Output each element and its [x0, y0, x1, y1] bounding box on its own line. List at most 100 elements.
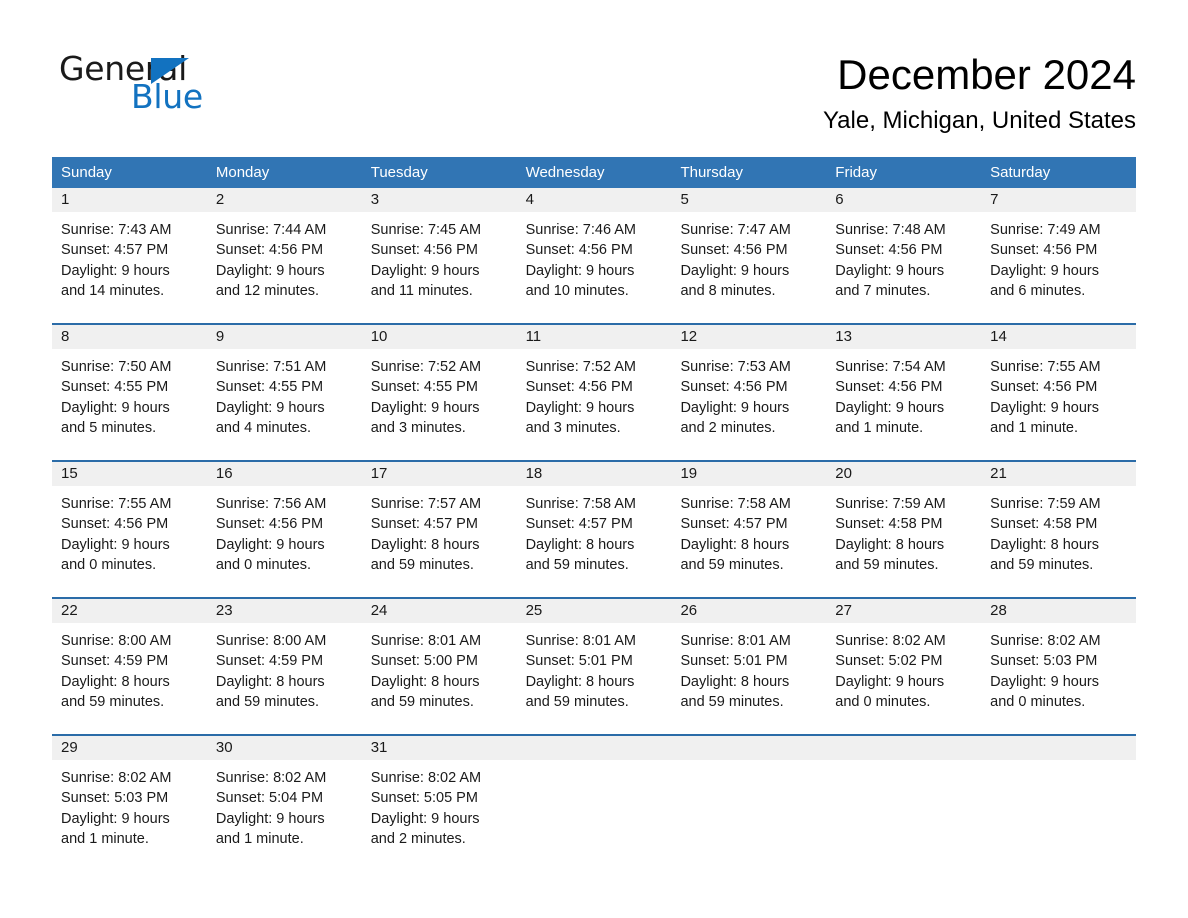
- daylight-text-line1: Daylight: 9 hours: [990, 262, 1099, 279]
- day-number: 29: [52, 736, 207, 760]
- day-cell[interactable]: 9 Sunrise: 7:51 AM Sunset: 4:55 PM Daylight…: [206, 325, 362, 460]
- day-cell[interactable]: 30 Sunrise: 8:02 AM Sunset: 5:04 PM Dayligh…: [206, 736, 362, 871]
- daylight-text-line1: Daylight: 9 hours: [990, 399, 1099, 416]
- day-cell[interactable]: 23 Sunrise: 8:00 AM Sunset: 4:59 PM Dayligh…: [206, 599, 362, 734]
- daylight-text-line2: and 0 minutes.: [835, 693, 931, 710]
- day-cell[interactable]: 11 Sunrise: 7:52 AM Sunset: 4:56 PM Dayligh…: [516, 325, 672, 460]
- daylight-text-line1: Daylight: 8 hours: [370, 673, 480, 690]
- day-cell[interactable]: 27 Sunrise: 8:02 AM Sunset: 5:02 PM Dayligh…: [826, 599, 982, 734]
- sunrise-text: Sunrise: 8:02 AM: [61, 770, 172, 786]
- day-cell-empty: [826, 736, 982, 871]
- sunset-text: Sunset: 5:01 PM: [680, 653, 788, 670]
- day-number: 7: [981, 188, 1137, 212]
- daylight-text-line2: and 59 minutes.: [61, 693, 165, 710]
- generalblue-logo[interactable]: General Blue: [59, 52, 339, 114]
- daylight-text-line2: and 6 minutes.: [990, 282, 1086, 299]
- sunrise-text: Sunrise: 8:01 AM: [370, 633, 482, 649]
- sunrise-text: Sunrise: 7:46 AM: [525, 222, 636, 238]
- daylight-text-line1: Daylight: 8 hours: [61, 673, 170, 690]
- daylight-text-line1: Daylight: 9 hours: [370, 262, 480, 279]
- calendar-week-row: 29 Sunrise: 8:02 AM Sunset: 5:03 PM Dayligh…: [52, 734, 1137, 871]
- daylight-text-line2: and 2 minutes.: [680, 419, 776, 436]
- sunrise-text: Sunrise: 7:55 AM: [990, 359, 1101, 375]
- day-details: Sunrise: 7:49 AM Sunset: 4:56 PM Daylight:…: [981, 212, 1136, 301]
- sunset-text: Sunset: 4:55 PM: [370, 379, 478, 396]
- page-header: General Blue December 2024 Yale, Michiga…: [0, 0, 1188, 155]
- day-cell[interactable]: 26 Sunrise: 8:01 AM Sunset: 5:01 PM Dayligh…: [671, 599, 827, 734]
- daylight-text-line2: and 59 minutes.: [680, 693, 784, 710]
- day-number: 4: [516, 188, 672, 212]
- sunset-text: Sunset: 4:56 PM: [990, 242, 1098, 259]
- day-cell[interactable]: 8 Sunrise: 7:50 AM Sunset: 4:55 PM Daylight…: [52, 325, 207, 460]
- day-cell[interactable]: 29 Sunrise: 8:02 AM Sunset: 5:03 PM Dayligh…: [52, 736, 207, 871]
- day-cell[interactable]: 10 Sunrise: 7:52 AM Sunset: 4:55 PM Dayligh…: [361, 325, 517, 460]
- daylight-text-line2: and 14 minutes.: [61, 282, 165, 299]
- sunrise-text: Sunrise: 7:51 AM: [215, 359, 327, 375]
- daylight-text-line1: Daylight: 9 hours: [680, 399, 790, 416]
- daylight-text-line1: Daylight: 8 hours: [370, 536, 480, 553]
- day-number: 23: [206, 599, 362, 623]
- day-cell-empty: [981, 736, 1137, 871]
- sunrise-text: Sunrise: 7:45 AM: [370, 222, 482, 238]
- sunset-text: Sunset: 4:58 PM: [835, 516, 943, 533]
- day-cell[interactable]: 21 Sunrise: 7:59 AM Sunset: 4:58 PM Dayligh…: [981, 462, 1137, 597]
- day-cell[interactable]: 14 Sunrise: 7:55 AM Sunset: 4:56 PM Dayligh…: [981, 325, 1137, 460]
- day-details: Sunrise: 7:44 AM Sunset: 4:56 PM Daylight:…: [207, 212, 362, 301]
- sunrise-text: Sunrise: 7:58 AM: [680, 496, 791, 512]
- sunrise-text: Sunrise: 8:00 AM: [215, 633, 327, 649]
- sunset-text: Sunset: 5:01 PM: [525, 653, 633, 670]
- daylight-text-line1: Daylight: 9 hours: [61, 262, 170, 279]
- calendar-weeks: 1 Sunrise: 7:43 AM Sunset: 4:57 PM Daylight…: [52, 188, 1137, 871]
- day-number: 16: [206, 462, 362, 486]
- daylight-text-line2: and 3 minutes.: [525, 419, 621, 436]
- weekday-header-sunday: Sunday: [61, 164, 112, 181]
- day-details: Sunrise: 8:02 AM Sunset: 5:04 PM Daylight:…: [207, 760, 362, 849]
- day-number: 1: [52, 188, 207, 212]
- day-number: 27: [826, 599, 982, 623]
- brand-name-blue: Blue: [131, 77, 203, 116]
- sunset-text: Sunset: 4:57 PM: [680, 516, 788, 533]
- sunrise-text: Sunrise: 7:48 AM: [835, 222, 946, 238]
- sunrise-text: Sunrise: 7:44 AM: [215, 222, 327, 238]
- day-number: 3: [361, 188, 517, 212]
- sunrise-text: Sunrise: 7:56 AM: [215, 496, 327, 512]
- day-cell[interactable]: 4 Sunrise: 7:46 AM Sunset: 4:56 PM Daylight…: [516, 188, 672, 323]
- day-details: Sunrise: 7:47 AM Sunset: 4:56 PM Daylight:…: [671, 212, 826, 301]
- day-cell[interactable]: 18 Sunrise: 7:58 AM Sunset: 4:57 PM Dayligh…: [516, 462, 672, 597]
- day-cell[interactable]: 5 Sunrise: 7:47 AM Sunset: 4:56 PM Daylight…: [671, 188, 827, 323]
- daylight-text-line2: and 0 minutes.: [61, 556, 157, 573]
- day-cell[interactable]: 19 Sunrise: 7:58 AM Sunset: 4:57 PM Dayligh…: [671, 462, 827, 597]
- day-cell[interactable]: 3 Sunrise: 7:45 AM Sunset: 4:56 PM Daylight…: [361, 188, 517, 323]
- day-details: Sunrise: 7:52 AM Sunset: 4:55 PM Daylight:…: [362, 349, 517, 438]
- sunset-text: Sunset: 4:57 PM: [525, 516, 633, 533]
- day-cell[interactable]: 7 Sunrise: 7:49 AM Sunset: 4:56 PM Daylight…: [981, 188, 1137, 323]
- day-details: Sunrise: 8:02 AM Sunset: 5:05 PM Daylight:…: [362, 760, 517, 849]
- day-cell[interactable]: 24 Sunrise: 8:01 AM Sunset: 5:00 PM Dayligh…: [361, 599, 517, 734]
- day-cell[interactable]: 16 Sunrise: 7:56 AM Sunset: 4:56 PM Dayligh…: [206, 462, 362, 597]
- weekday-header-wednesday: Wednesday: [525, 164, 605, 181]
- daylight-text-line1: Daylight: 8 hours: [835, 536, 945, 553]
- day-cell[interactable]: 6 Sunrise: 7:48 AM Sunset: 4:56 PM Daylight…: [826, 188, 982, 323]
- day-cell[interactable]: 22 Sunrise: 8:00 AM Sunset: 4:59 PM Dayligh…: [52, 599, 207, 734]
- daylight-text-line1: Daylight: 9 hours: [215, 262, 325, 279]
- daylight-text-line1: Daylight: 8 hours: [525, 673, 635, 690]
- day-cell[interactable]: 25 Sunrise: 8:01 AM Sunset: 5:01 PM Dayligh…: [516, 599, 672, 734]
- day-cell[interactable]: 2 Sunrise: 7:44 AM Sunset: 4:56 PM Daylight…: [206, 188, 362, 323]
- sunrise-text: Sunrise: 8:00 AM: [61, 633, 172, 649]
- day-cell[interactable]: 31 Sunrise: 8:02 AM Sunset: 5:05 PM Dayligh…: [361, 736, 517, 871]
- day-number: [516, 736, 672, 760]
- day-number: [981, 736, 1137, 760]
- daylight-text-line1: Daylight: 9 hours: [370, 810, 480, 827]
- day-cell[interactable]: 13 Sunrise: 7:54 AM Sunset: 4:56 PM Dayligh…: [826, 325, 982, 460]
- day-cell[interactable]: 12 Sunrise: 7:53 AM Sunset: 4:56 PM Dayligh…: [671, 325, 827, 460]
- day-number: 22: [52, 599, 207, 623]
- day-cell[interactable]: 17 Sunrise: 7:57 AM Sunset: 4:57 PM Dayligh…: [361, 462, 517, 597]
- day-cell[interactable]: 20 Sunrise: 7:59 AM Sunset: 4:58 PM Dayligh…: [826, 462, 982, 597]
- day-cell[interactable]: 15 Sunrise: 7:55 AM Sunset: 4:56 PM Dayligh…: [52, 462, 207, 597]
- sunset-text: Sunset: 4:57 PM: [61, 242, 169, 259]
- sunrise-text: Sunrise: 7:55 AM: [61, 496, 172, 512]
- day-cell[interactable]: 1 Sunrise: 7:43 AM Sunset: 4:57 PM Daylight…: [52, 188, 207, 323]
- day-cell[interactable]: 28 Sunrise: 8:02 AM Sunset: 5:03 PM Dayligh…: [981, 599, 1137, 734]
- day-details: Sunrise: 7:58 AM Sunset: 4:57 PM Daylight:…: [517, 486, 672, 575]
- weekday-header-tuesday: Tuesday: [370, 164, 428, 181]
